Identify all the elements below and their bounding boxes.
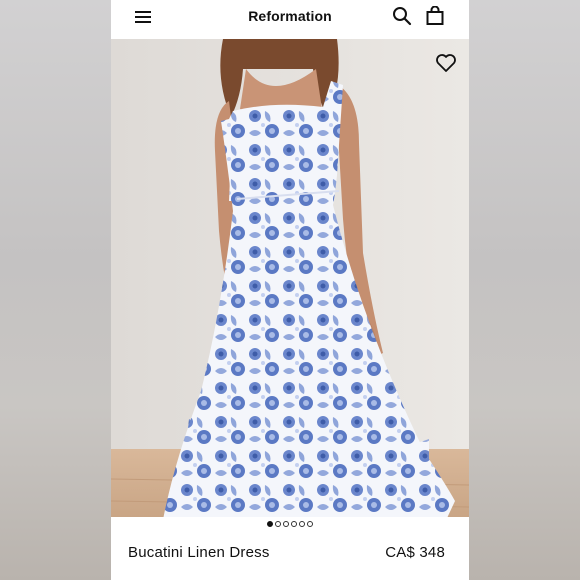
background-blur-right — [469, 0, 580, 580]
brand-logo[interactable]: Reformation — [111, 8, 469, 24]
carousel-dot-2[interactable] — [275, 521, 281, 527]
product-name: Bucatini Linen Dress — [128, 544, 270, 561]
carousel-dot-6[interactable] — [307, 521, 313, 527]
carousel-dot-3[interactable] — [283, 521, 289, 527]
carousel-dot-5[interactable] — [299, 521, 305, 527]
dress-photo — [111, 39, 469, 517]
phone-screen: Reformation Bucatini Linen Dress CA$ 348 — [111, 0, 469, 580]
carousel-dot-4[interactable] — [291, 521, 297, 527]
shopping-bag-icon[interactable] — [425, 5, 445, 26]
carousel-indicator — [111, 521, 469, 529]
background-blur-left — [0, 0, 111, 580]
carousel-dot-1[interactable] — [267, 521, 273, 527]
product-image[interactable] — [111, 39, 469, 517]
top-navigation-bar: Reformation — [111, 0, 469, 39]
product-price: CA$ 348 — [385, 544, 445, 561]
favorite-heart-icon[interactable] — [435, 53, 457, 73]
search-icon[interactable] — [392, 6, 412, 26]
